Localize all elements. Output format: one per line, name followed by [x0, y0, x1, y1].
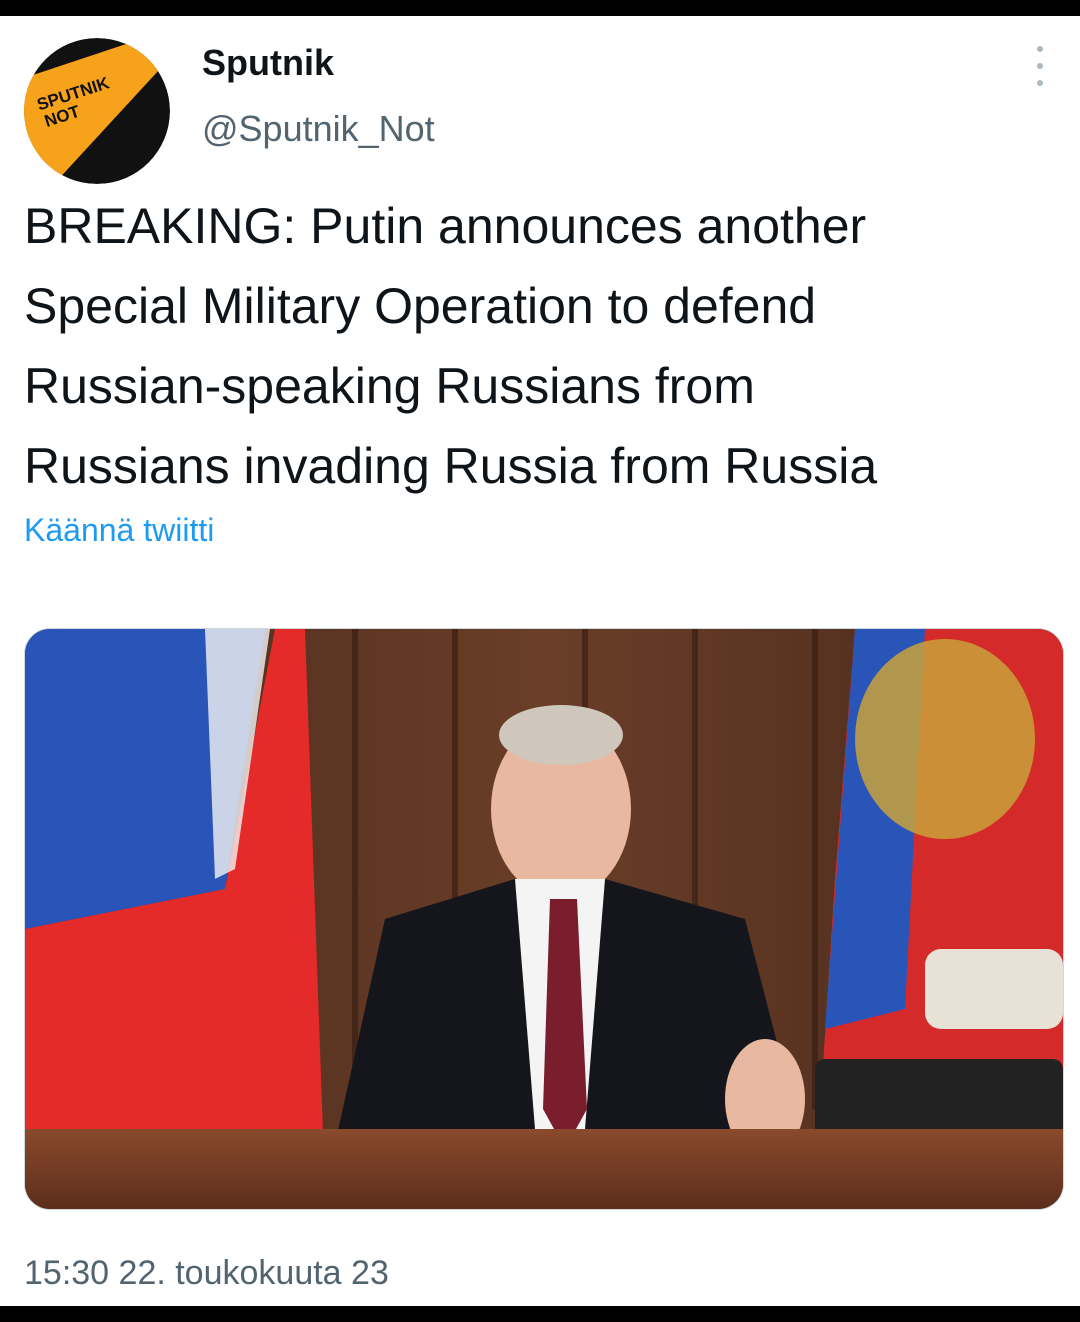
- tweet-text-line: Special Military Operation to defend: [24, 278, 817, 334]
- tweet-photo[interactable]: [24, 628, 1064, 1210]
- tweet-text-line: Russian-speaking Russians from: [24, 358, 755, 414]
- tweet-timestamp[interactable]: 15:30 22. toukokuuta 23: [24, 1254, 389, 1293]
- tweet-text: BREAKING: Putin announces another Specia…: [24, 186, 1074, 506]
- tweet-text-line: BREAKING: Putin announces another: [24, 198, 867, 254]
- tweet-text-line: Russians invading Russia from Russia: [24, 438, 878, 494]
- user-handle[interactable]: @Sputnik_Not: [202, 108, 435, 150]
- sputnik-logo-icon: SPUTNIK NOT: [24, 38, 170, 184]
- display-name[interactable]: Sputnik: [202, 42, 334, 84]
- photo-illustration: [25, 629, 1063, 1209]
- more-vertical-icon[interactable]: [1030, 46, 1050, 86]
- avatar[interactable]: SPUTNIK NOT: [24, 38, 170, 184]
- tweet-card: SPUTNIK NOT Sputnik @Sputnik_Not BREAKIN…: [0, 16, 1080, 1306]
- translate-tweet-link[interactable]: Käännä twiitti: [24, 512, 214, 549]
